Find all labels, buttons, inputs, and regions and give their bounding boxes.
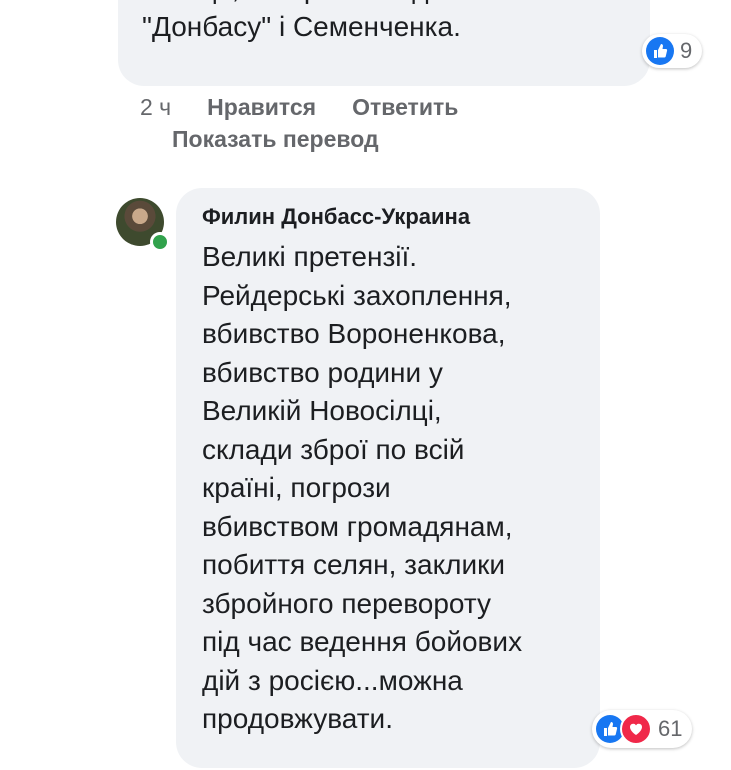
comment-line: "Донбасу" і Семенченка.: [142, 11, 461, 42]
comment-actions-1: 2 ч Нравится Ответить: [140, 94, 458, 121]
comment-line: країні, погрози: [202, 472, 391, 503]
comment-line: побиття селян, заклики: [202, 549, 506, 580]
like-link[interactable]: Нравится: [207, 94, 316, 121]
comment-line: Великі претензії.: [202, 241, 418, 272]
comment-line: під час ведення бойових: [202, 626, 523, 657]
comment-bubble-1: Так що, які претензії до "Донбасу" і Сем…: [118, 0, 650, 86]
comment-timestamp[interactable]: 2 ч: [140, 94, 171, 121]
comment-author[interactable]: Филин Донбасс-Украина: [202, 204, 470, 230]
comment-line: Великій Новосілці,: [202, 395, 442, 426]
comment-bubble-2: Филин Донбасс-Украина Великі претензії. …: [176, 188, 600, 768]
reactions-badge-1[interactable]: 9: [642, 34, 703, 68]
comment-text-2: Великі претензії. Рейдерські захоплення,…: [202, 238, 592, 739]
show-translation-link[interactable]: Показать перевод: [172, 126, 379, 153]
reaction-count: 61: [658, 716, 683, 741]
reactions-badge-2[interactable]: 61: [592, 710, 693, 748]
reply-link[interactable]: Ответить: [352, 94, 458, 121]
comment-line: дій з росією...можна: [202, 664, 463, 696]
comment-line: склади зброї по всій: [202, 433, 465, 465]
thumbs-up-icon: [646, 37, 674, 65]
reaction-count: 9: [680, 38, 693, 63]
heart-icon: [620, 713, 652, 745]
online-status-indicator: [150, 232, 170, 252]
comment-line: збройного перевороту: [202, 587, 492, 619]
comment-line: продовжувати.: [202, 703, 393, 734]
comment-line: вбивство Вороненкова,: [202, 318, 506, 349]
comment-line: Рейдерські захоплення,: [202, 279, 512, 311]
comment-line: вбивство родини у: [202, 356, 443, 388]
comment-text-1: Так що, які претензії до "Донбасу" і Сем…: [142, 0, 642, 46]
comment-line: вбивством громадянам,: [202, 510, 513, 542]
comment-line: Так що, які претензії до: [142, 0, 642, 8]
